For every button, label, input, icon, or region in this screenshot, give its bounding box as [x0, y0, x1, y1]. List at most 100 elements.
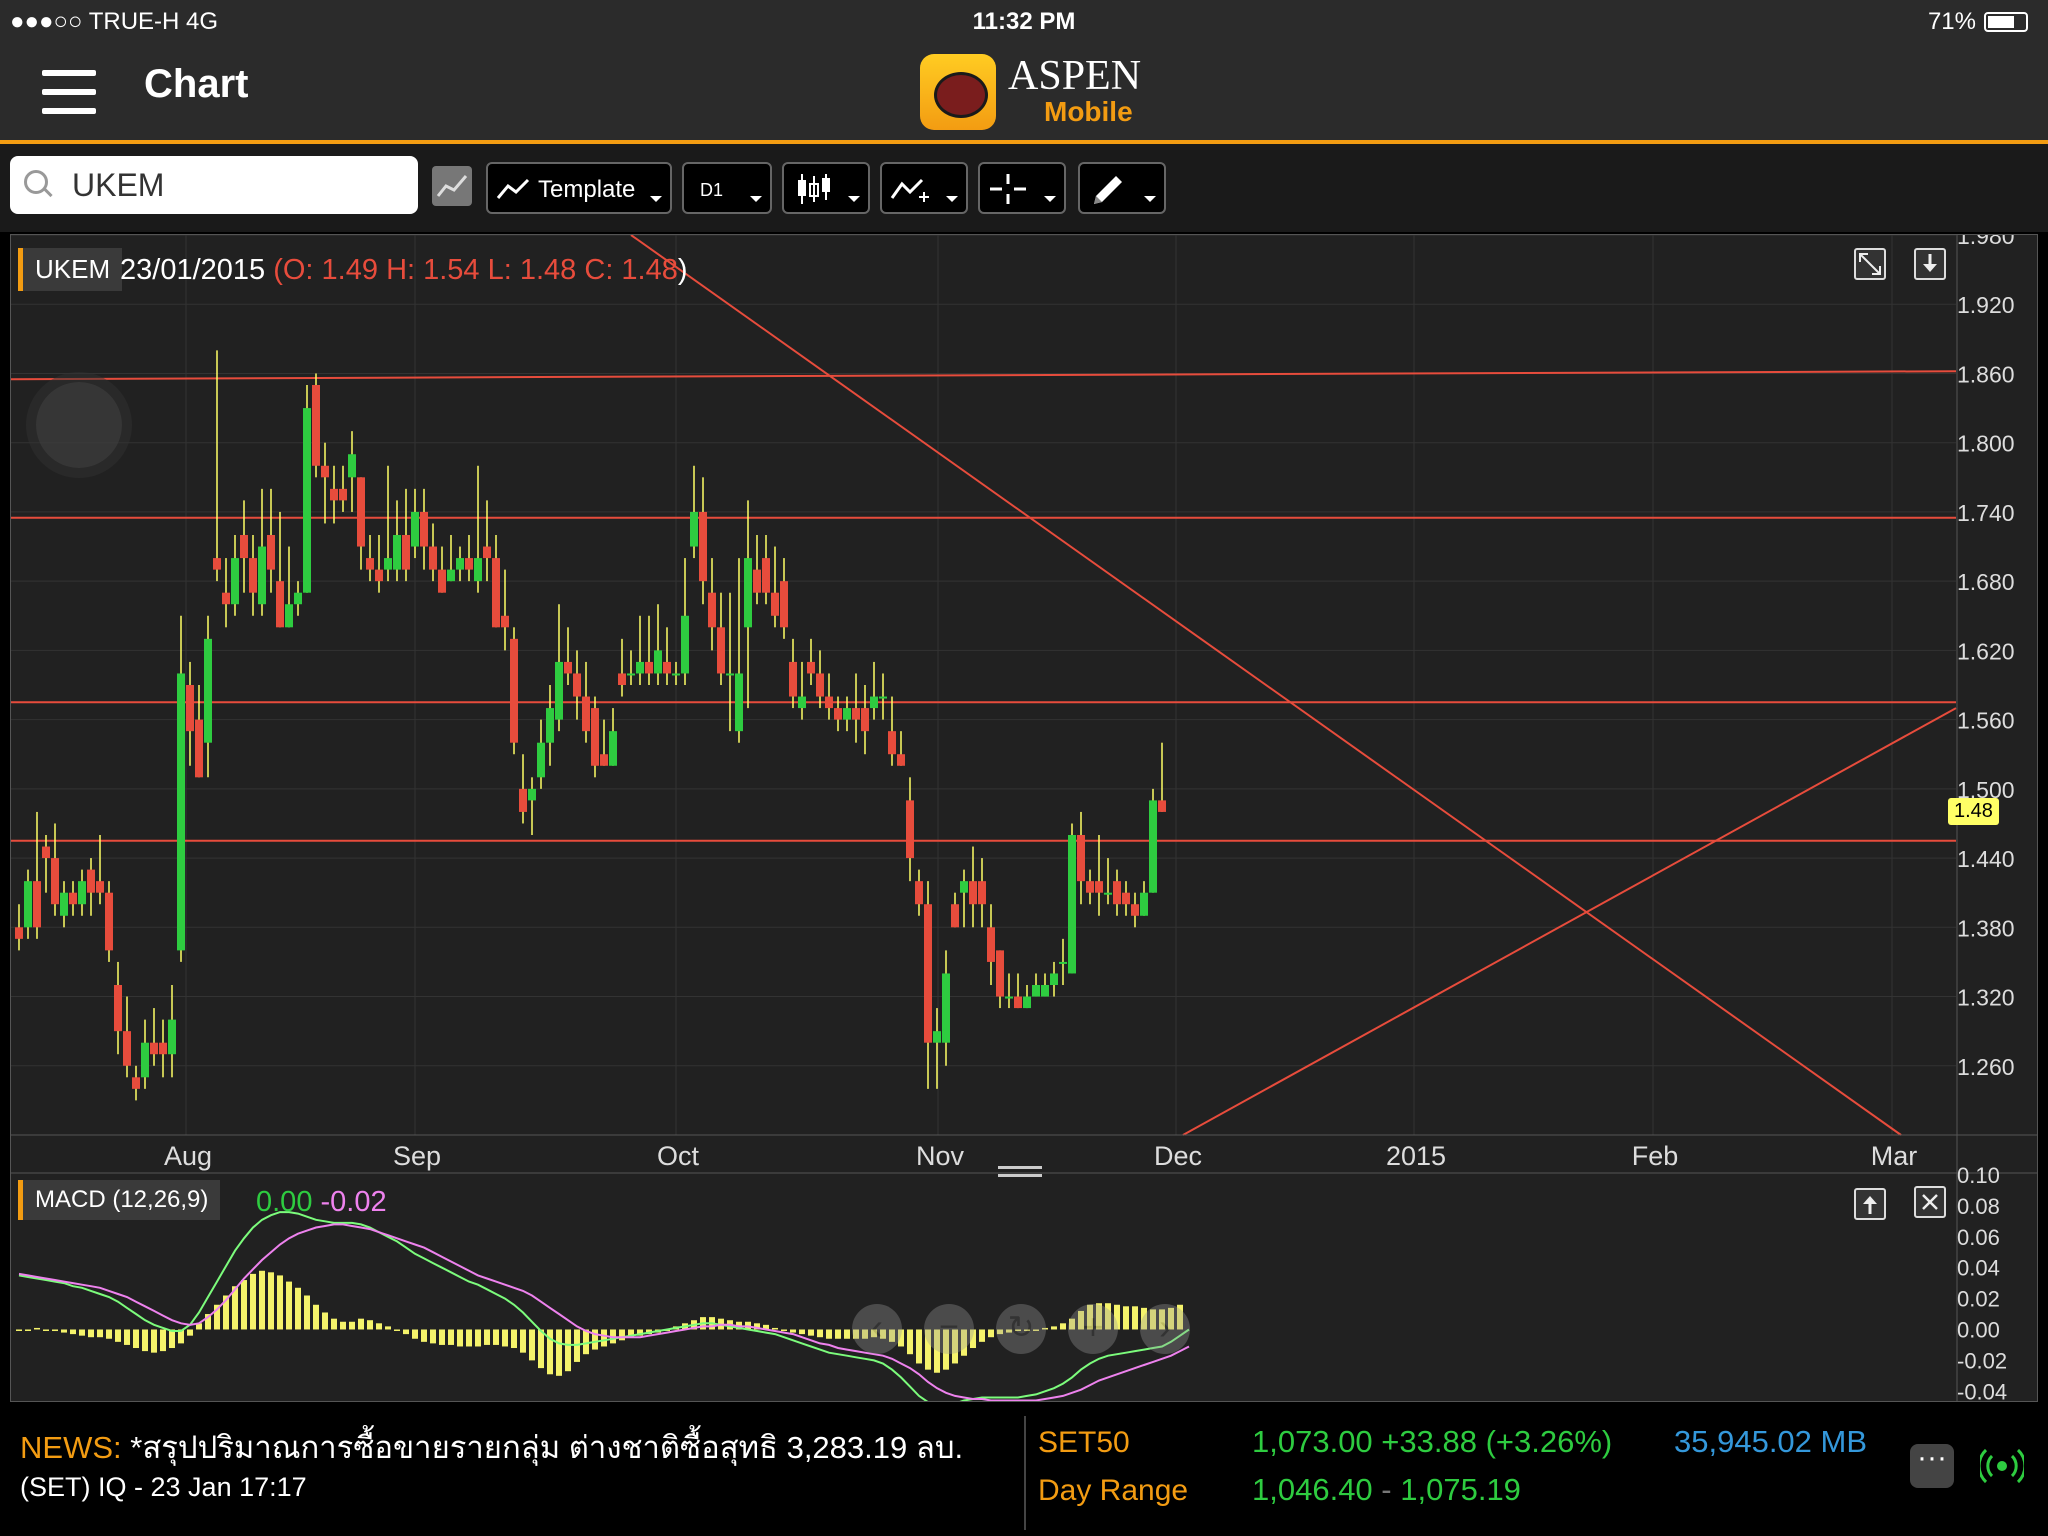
add-indicator-icon	[890, 178, 929, 202]
macd-histogram-bar	[538, 1329, 544, 1369]
news-ticker[interactable]: NEWS: *สรุปปริมาณการซื้อขายรายกลุ่ม ต่าง…	[0, 1410, 2048, 1536]
indicator-dropdown[interactable]	[880, 162, 968, 214]
y-tick-label: 1.320	[1957, 985, 2015, 1011]
macd-histogram-bar	[133, 1329, 139, 1349]
macd-histogram-bar	[124, 1329, 130, 1345]
more-icon[interactable]: ···	[1910, 1443, 1954, 1488]
macd-histogram-bar	[169, 1329, 175, 1349]
pane-resize-handle[interactable]	[998, 1164, 1042, 1180]
macd-histogram-bar	[565, 1329, 571, 1372]
menu-icon[interactable]	[42, 70, 96, 114]
macd-y-tick-label: 0.10	[1957, 1163, 2000, 1188]
candle-body	[1032, 985, 1040, 997]
candle-body	[726, 673, 734, 676]
candle-body	[1005, 996, 1013, 999]
candle-style-dropdown[interactable]	[782, 162, 870, 214]
period-dropdown[interactable]: D1	[682, 162, 772, 214]
macd-histogram-bar	[394, 1329, 400, 1331]
macd-histogram-bar	[619, 1329, 625, 1341]
macd-histogram-bar	[808, 1329, 814, 1336]
chart-panel[interactable]: Aug Sep Oct Nov Dec 2015 Feb Mar 1.980 1.920 1.860…	[10, 234, 2038, 1402]
candle-body	[177, 673, 185, 951]
candle-body	[231, 558, 239, 605]
candle-body	[1149, 800, 1157, 893]
candle-body	[618, 673, 626, 685]
symbol-search[interactable]	[10, 156, 418, 214]
template-label: Template	[538, 176, 636, 203]
scroll-left-icon[interactable]: ‹	[852, 1304, 902, 1354]
macd-histogram-bar	[142, 1329, 148, 1352]
candle-body	[807, 661, 815, 674]
battery-icon	[1984, 12, 2028, 32]
candle-body	[150, 1042, 158, 1055]
candle-body	[204, 638, 212, 743]
draw-dropdown[interactable]	[1078, 162, 1166, 214]
chart-type-icon[interactable]	[432, 166, 472, 206]
candle-body	[879, 696, 887, 699]
trendline-up	[1182, 707, 1957, 1136]
chart-nav-controls: ‹ − ↻ + ›	[852, 1304, 1190, 1354]
macd-histogram-bar	[835, 1329, 841, 1339]
reset-icon[interactable]: ↻	[996, 1304, 1046, 1354]
news-headline-row[interactable]: NEWS: *สรุปปริมาณการซื้อขายรายกลุ่ม ต่าง…	[20, 1422, 963, 1472]
candle-body	[1122, 892, 1130, 905]
macd-histogram-bar	[511, 1329, 517, 1349]
period-label: D1	[700, 180, 724, 200]
macd-histogram-bar	[385, 1326, 391, 1330]
pane-up-icon[interactable]	[1854, 1188, 1886, 1220]
news-headline[interactable]: *สรุปปริมาณการซื้อขายรายกลุ่ม ต่างชาติซื…	[130, 1430, 963, 1465]
assistive-touch-icon[interactable]	[36, 382, 122, 468]
x-tick-label: Aug	[164, 1141, 212, 1171]
macd-histogram-bar	[493, 1329, 499, 1345]
macd-histogram-bar	[403, 1329, 409, 1335]
zoom-out-icon[interactable]: −	[924, 1304, 974, 1354]
nav-bar: Chart ASPEN Mobile	[0, 40, 2048, 144]
close-icon[interactable]	[1914, 1186, 1946, 1218]
chevron-down-icon	[750, 196, 762, 202]
price-chart[interactable]: Aug Sep Oct Nov Dec 2015 Feb Mar 1.980 1.920 1.860…	[11, 235, 2037, 1401]
battery-percent: 71%	[1927, 8, 1976, 35]
candle-body	[519, 788, 527, 812]
candle-body	[897, 754, 905, 766]
scroll-right-icon[interactable]: ›	[1140, 1304, 1190, 1354]
candle-body	[744, 558, 752, 628]
candle-body	[681, 615, 689, 674]
zoom-in-icon[interactable]: +	[1068, 1304, 1118, 1354]
candle-body	[384, 558, 392, 570]
candle-body	[978, 881, 986, 905]
y-tick-label: 1.740	[1957, 500, 2015, 526]
macd-histogram-bar	[160, 1329, 166, 1352]
candle-body	[465, 558, 473, 570]
chevron-down-icon	[946, 196, 958, 202]
macd-histogram-bar	[52, 1329, 58, 1332]
candle-body	[249, 558, 257, 593]
candle-body	[222, 592, 230, 605]
candle-body	[1068, 835, 1076, 974]
candle-body	[1014, 996, 1022, 1009]
candle-body	[969, 881, 977, 905]
pencil-icon	[1094, 176, 1122, 204]
macd-histogram-bar	[475, 1329, 481, 1347]
chevron-down-icon	[1044, 196, 1056, 202]
news-source: (SET)	[20, 1472, 91, 1502]
expand-icon[interactable]	[1854, 248, 1886, 280]
candle-body	[87, 869, 95, 893]
macd-histogram-bar	[502, 1329, 508, 1347]
page-title: Chart	[144, 62, 249, 106]
candle-body	[735, 673, 743, 732]
day-range-label: Day Range	[1038, 1474, 1189, 1507]
candle-body	[663, 661, 671, 674]
candle-body	[33, 881, 41, 928]
divider	[1024, 1416, 1026, 1530]
macd-histogram-bar	[421, 1329, 427, 1342]
status-bar: ●●●○○ TRUE-H 4G 11:32 PM 71%	[0, 0, 2048, 40]
crosshair-dropdown[interactable]	[978, 162, 1066, 214]
search-input[interactable]	[70, 164, 404, 206]
x-tick-label: Sep	[393, 1141, 441, 1171]
y-tick-label: 1.620	[1957, 638, 2015, 664]
candle-body	[321, 465, 329, 478]
macd-histogram-bar	[457, 1329, 463, 1347]
template-dropdown[interactable]: Template	[486, 162, 672, 214]
macd-badge: MACD (12,26,9)	[18, 1180, 221, 1220]
download-icon[interactable]	[1914, 248, 1946, 280]
